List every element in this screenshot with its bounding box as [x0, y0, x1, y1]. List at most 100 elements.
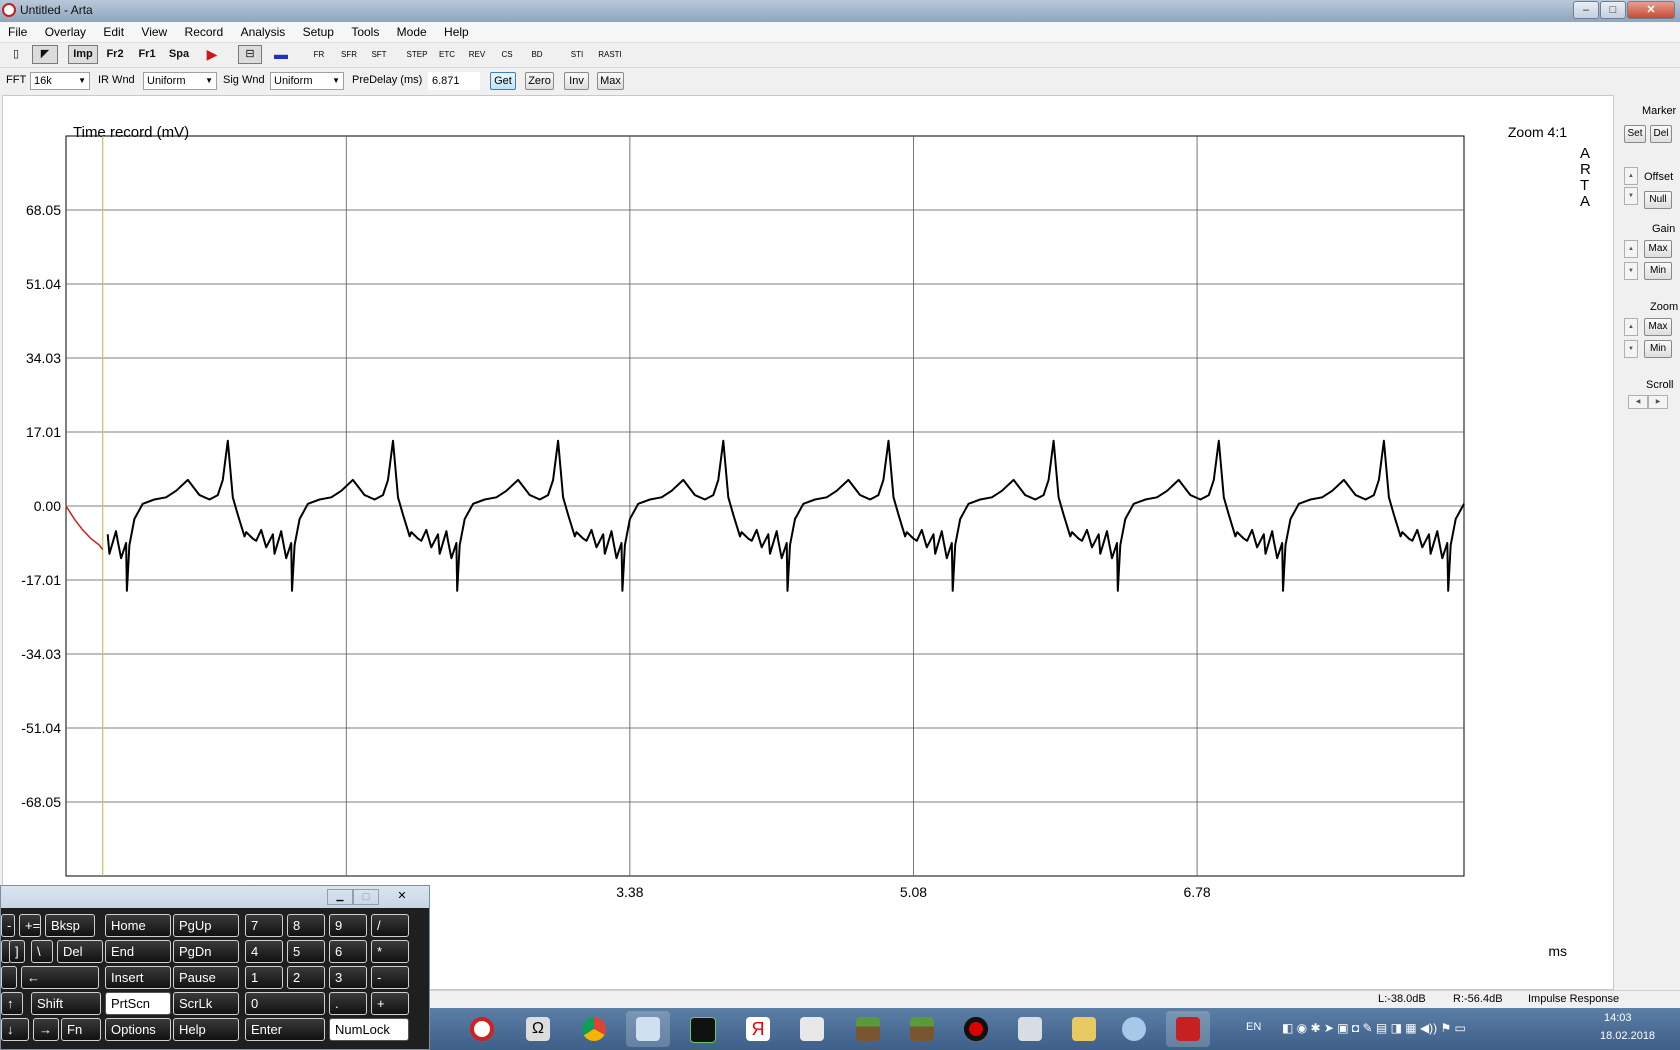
osk-key[interactable]: ScrLk — [173, 992, 239, 1015]
get-button[interactable]: Get — [490, 72, 516, 90]
marker-del-button[interactable]: Del — [1650, 125, 1672, 143]
menu-tools[interactable]: Tools — [337, 22, 379, 42]
osk-key[interactable]: 9 — [329, 914, 367, 937]
taskbar-chrome-icon[interactable] — [572, 1011, 616, 1047]
osk-key[interactable]: Del — [57, 940, 103, 963]
osk-key[interactable]: 3 — [329, 966, 367, 989]
osk-key[interactable]: PgUp — [173, 914, 239, 937]
osk-key[interactable]: + — [371, 992, 409, 1015]
sig-wnd-select[interactable]: Uniform ▼ — [270, 72, 344, 90]
menu-overlay[interactable]: Overlay — [31, 22, 86, 42]
taskbar-diagram-icon[interactable] — [790, 1011, 834, 1047]
taskbar-monitor-icon[interactable] — [680, 1011, 724, 1047]
menu-mode[interactable]: Mode — [383, 22, 427, 42]
bd-analysis-icon[interactable]: BD — [524, 45, 550, 64]
scroll-right-icon[interactable]: ▶ — [1648, 395, 1668, 409]
generator-icon[interactable]: ⊟ — [238, 45, 262, 64]
zoom-down-icon[interactable]: ▼ — [1624, 340, 1638, 358]
sft-analysis-icon[interactable]: SFT — [366, 45, 392, 64]
taskbar-arta-icon[interactable] — [460, 1011, 504, 1047]
osk-key[interactable]: ↓ — [1, 1018, 29, 1041]
zero-button[interactable]: Zero — [525, 72, 554, 90]
scroll-left-icon[interactable]: ◀ — [1628, 395, 1648, 409]
time-record-chart[interactable]: Time record (mV) Zoom 4:1 A R T A ms 68.… — [3, 96, 1613, 989]
fr2-mode-button[interactable]: Fr2 — [100, 45, 130, 64]
offset-up-icon[interactable]: ▲ — [1624, 167, 1638, 185]
max-button[interactable]: Max — [597, 72, 624, 90]
osk-key[interactable]: Home — [105, 914, 171, 937]
osk-key[interactable]: PgDn — [173, 940, 239, 963]
zoom-max-button[interactable]: Max — [1644, 318, 1672, 336]
clock-date[interactable]: 18.02.2018 — [1600, 1030, 1655, 1042]
osk-key[interactable]: Options — [105, 1018, 171, 1041]
osk-key[interactable]: Insert — [105, 966, 171, 989]
marker-set-button[interactable]: Set — [1624, 125, 1646, 143]
taskbar-minecraft-icon[interactable] — [846, 1011, 890, 1047]
menu-view[interactable]: View — [127, 22, 167, 42]
offset-down-icon[interactable]: ▼ — [1624, 187, 1638, 205]
taskbar-app-icon[interactable] — [1166, 1011, 1210, 1047]
osk-close-icon[interactable]: ✕ — [381, 889, 423, 903]
osk-key[interactable]: ] — [9, 940, 25, 963]
osk-maximize-icon[interactable]: ▢ — [353, 889, 379, 905]
ir-wnd-select[interactable]: Uniform ▼ — [143, 72, 217, 90]
menu-help[interactable]: Help — [430, 22, 469, 42]
taskbar-paint-icon[interactable] — [1112, 1011, 1156, 1047]
close-button[interactable]: ✕ — [1627, 1, 1675, 19]
taskbar-minecraft2-icon[interactable] — [900, 1011, 944, 1047]
osk-key[interactable]: ↑ — [1, 992, 23, 1015]
osk-key[interactable]: \ — [31, 940, 53, 963]
taskbar-charmap-icon[interactable]: Ω — [516, 1011, 560, 1047]
osk-key[interactable]: 2 — [287, 966, 325, 989]
gain-down-icon[interactable]: ▼ — [1624, 262, 1638, 280]
zoom-up-icon[interactable]: ▲ — [1624, 318, 1638, 336]
taskbar-record-icon[interactable] — [954, 1011, 998, 1047]
new-file-icon[interactable]: ▯ — [6, 45, 26, 64]
fr-analysis-icon[interactable]: FR — [306, 45, 332, 64]
tray-icons[interactable]: ◧ ◉ ✱ ➤ ▣ ◘ ✎ ▤ ◨ ▦ ◀)) ⚑ ▭ — [1282, 1021, 1466, 1035]
menu-record[interactable]: Record — [171, 22, 224, 42]
taskbar-folder-icon[interactable] — [1062, 1011, 1106, 1047]
minimize-button[interactable]: – — [1573, 1, 1599, 19]
osk-key[interactable]: 0 — [245, 992, 325, 1015]
osk-key[interactable]: 5 — [287, 940, 325, 963]
osk-key[interactable]: - — [371, 966, 409, 989]
osk-key[interactable]: * — [371, 940, 409, 963]
clock-time[interactable]: 14:03 — [1604, 1012, 1632, 1024]
osk-key[interactable]: Help — [173, 1018, 239, 1041]
gain-up-icon[interactable]: ▲ — [1624, 240, 1638, 258]
fft-select[interactable]: 16k ▼ — [30, 72, 90, 90]
plot-area[interactable]: Time record (mV) Zoom 4:1 A R T A ms 68.… — [2, 95, 1614, 990]
osk-key[interactable]: - — [1, 914, 15, 937]
offset-null-button[interactable]: Null — [1644, 191, 1672, 209]
menu-setup[interactable]: Setup — [289, 22, 334, 42]
spa-mode-button[interactable]: Spa — [164, 45, 194, 64]
gain-min-button[interactable]: Min — [1644, 262, 1672, 280]
sfr-analysis-icon[interactable]: SFR — [336, 45, 362, 64]
taskbar-snip-icon[interactable] — [1008, 1011, 1052, 1047]
osk-key[interactable]: 8 — [287, 914, 325, 937]
osk-key[interactable]: . — [329, 992, 367, 1015]
osk-key[interactable]: ← — [21, 966, 99, 989]
osk-key[interactable]: Pause — [173, 966, 239, 989]
language-indicator[interactable]: EN — [1246, 1021, 1261, 1033]
osk-key[interactable]: → — [33, 1018, 59, 1041]
osk-key[interactable]: PrtScn — [105, 992, 171, 1015]
taskbar-keyboard-icon[interactable] — [626, 1011, 670, 1047]
osk-key[interactable]: Shift — [31, 992, 101, 1015]
osk-key[interactable]: NumLock — [329, 1018, 409, 1041]
zoom-min-button[interactable]: Min — [1644, 340, 1672, 358]
osk-key[interactable]: End — [105, 940, 171, 963]
gain-max-button[interactable]: Max — [1644, 240, 1672, 258]
osk-key[interactable]: Fn — [61, 1018, 101, 1041]
record-mode-icon[interactable]: ◤ — [32, 45, 58, 64]
menu-edit[interactable]: Edit — [89, 22, 124, 42]
step-analysis-icon[interactable]: STEP — [404, 45, 430, 64]
osk-key[interactable]: 4 — [245, 940, 283, 963]
osk-key[interactable]: Enter — [245, 1018, 325, 1041]
play-record-icon[interactable]: ▶ — [202, 45, 222, 64]
maximize-button[interactable]: □ — [1600, 1, 1626, 19]
taskbar-yandex-icon[interactable]: Я — [736, 1011, 780, 1047]
osk-minimize-icon[interactable]: ▁ — [327, 889, 353, 905]
osk-key[interactable]: 7 — [245, 914, 283, 937]
